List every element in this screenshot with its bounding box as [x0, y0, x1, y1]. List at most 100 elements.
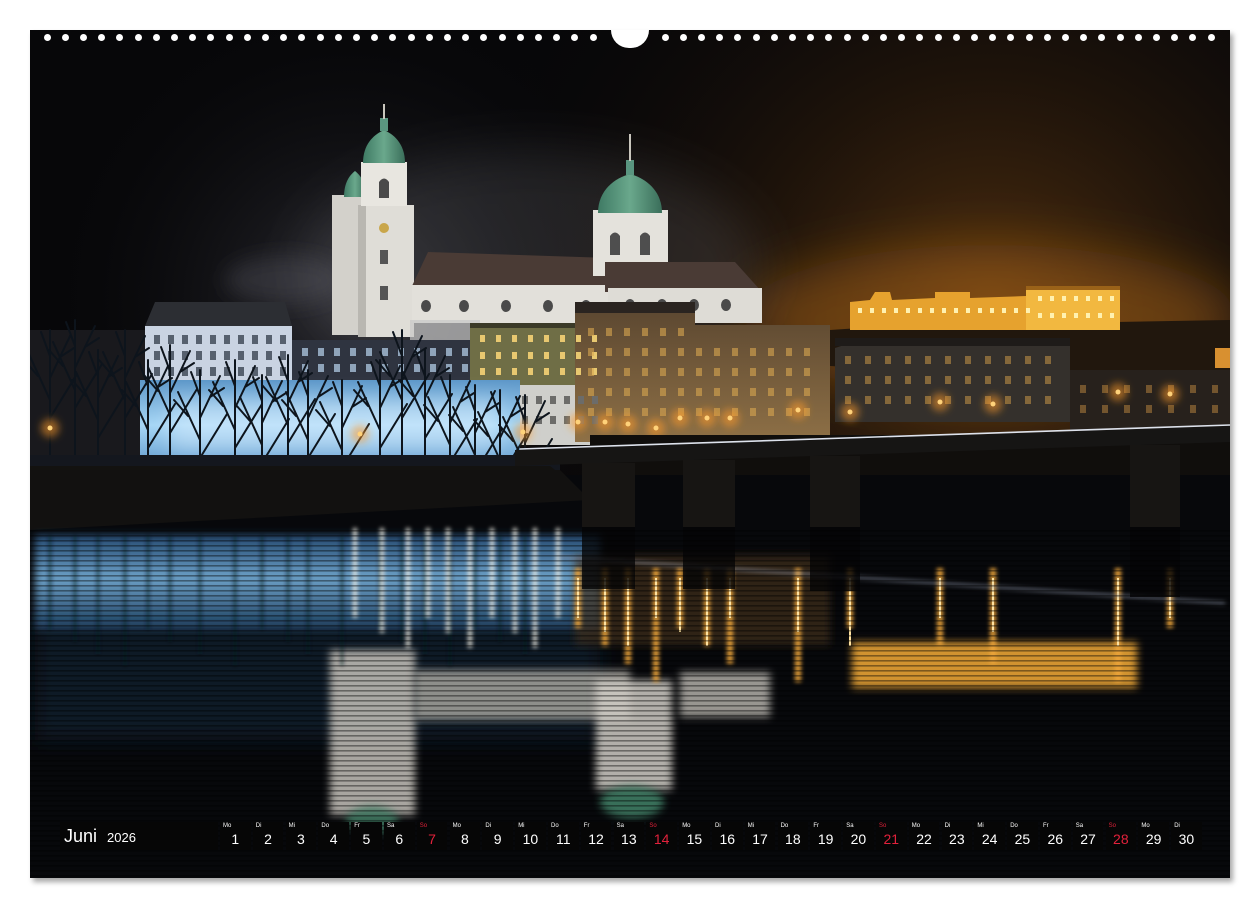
binding-hole [716, 33, 724, 41]
lit-window [660, 328, 666, 336]
day-cell: Di 16 [712, 822, 743, 850]
lit-window [985, 376, 991, 384]
lit-window [318, 364, 324, 372]
day-number: 22 [916, 831, 932, 847]
day-cell: Sa 13 [613, 822, 645, 850]
binding-hole [352, 33, 360, 41]
lit-window [496, 335, 501, 342]
binding-hole [371, 33, 379, 41]
bridge-pier [810, 456, 860, 527]
lit-window [1146, 405, 1152, 413]
day-cell: Mi 24 [974, 822, 1005, 850]
binding-hole [661, 33, 669, 41]
fortress-main-building [1026, 289, 1120, 330]
lit-window [642, 368, 648, 376]
lit-window [1080, 405, 1086, 413]
day-number: 15 [686, 831, 703, 847]
lit-window [606, 368, 612, 376]
day-cell: Fr 12 [580, 822, 612, 850]
weekday-label: Do [1010, 823, 1018, 829]
lit-window [560, 368, 565, 375]
weekday-label: Mi [747, 823, 755, 829]
lit-window [1005, 376, 1011, 384]
lit-window [1005, 396, 1011, 404]
lit-window [804, 368, 810, 376]
fortress-window [942, 308, 946, 313]
binding-hole [443, 33, 451, 41]
lit-window [544, 368, 549, 375]
street-lamp [357, 431, 363, 437]
binding-hole [571, 33, 579, 41]
binding-hole [916, 33, 924, 41]
day-cell: Mi 17 [744, 822, 776, 850]
lit-window [302, 348, 308, 356]
window [550, 416, 556, 424]
nave-window [543, 300, 553, 312]
weekday-label: Mi [288, 823, 295, 829]
fortress-window [1098, 296, 1102, 301]
lit-window [750, 348, 756, 356]
weekday-label: So [879, 823, 887, 829]
day-cell: So 21 [876, 822, 907, 850]
lit-window [606, 348, 612, 356]
fortress-window [1110, 313, 1114, 318]
lit-window [606, 328, 612, 336]
cathedral-tower-window [380, 286, 388, 300]
lit-window [678, 328, 684, 336]
night-photo [30, 30, 1230, 878]
weekday-label: Do [551, 823, 559, 829]
lit-window [660, 388, 666, 396]
cathedral-nave-roof [412, 252, 610, 286]
lit-window [1045, 396, 1051, 404]
day-cell: Fr 5 [351, 822, 382, 850]
lit-window [430, 348, 436, 356]
day-number: 2 [264, 831, 272, 847]
year: 2026 [107, 830, 136, 845]
lit-window [512, 352, 517, 359]
fortress-window [978, 308, 982, 313]
day-number: 6 [395, 831, 404, 847]
fortress-window [1086, 313, 1090, 318]
lit-window [528, 368, 533, 375]
weekday-label: So [1108, 823, 1116, 829]
street-lamp [795, 407, 801, 413]
lit-window [750, 408, 756, 416]
window [238, 335, 244, 344]
lit-window [588, 328, 594, 336]
lit-window [480, 352, 485, 359]
street-lamp [625, 421, 631, 427]
day-number: 23 [949, 831, 965, 847]
lit-window [1025, 356, 1031, 364]
weekday-label: Do [321, 823, 330, 829]
lit-window [544, 352, 549, 359]
lit-window [560, 352, 565, 359]
binding-hole [734, 33, 742, 41]
street-lamp [520, 429, 526, 435]
binding-hole [407, 33, 415, 41]
day-cell: Do 18 [777, 822, 809, 850]
binding-hole [207, 33, 215, 41]
window [196, 335, 202, 344]
lit-window [786, 388, 792, 396]
binding-hole [861, 33, 869, 41]
lit-window [885, 376, 891, 384]
lit-window [660, 368, 666, 376]
street-lamp [704, 415, 710, 421]
fortress-window [1074, 296, 1078, 301]
window [210, 335, 216, 344]
lit-window [804, 388, 810, 396]
cathedral-east-tower-window [640, 232, 650, 255]
lit-window [1124, 405, 1130, 413]
day-number: 26 [1047, 831, 1064, 847]
window [252, 351, 258, 360]
fortress-roof [1026, 286, 1120, 290]
day-number: 8 [460, 831, 469, 847]
weekday-label: Mi [518, 823, 525, 829]
lit-window [678, 348, 684, 356]
white-building-roof [145, 302, 292, 326]
window [252, 335, 258, 344]
cathedral-east-lantern [626, 160, 634, 175]
weekday-label: Mo [682, 823, 691, 829]
lit-window [544, 335, 549, 342]
day-number: 14 [653, 831, 670, 847]
